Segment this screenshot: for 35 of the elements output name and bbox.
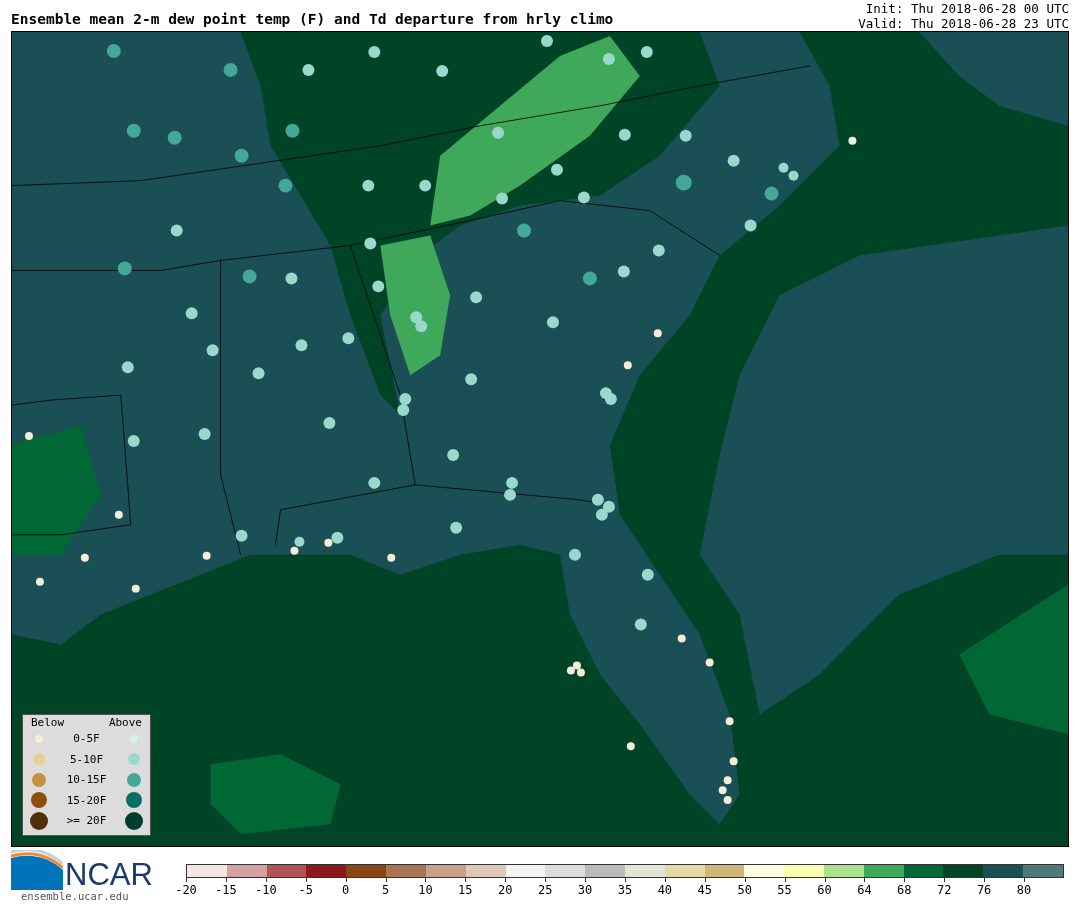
tick-label: -5 — [297, 883, 314, 897]
tick-label: 72 — [936, 883, 953, 897]
tick-label: 30 — [576, 883, 594, 897]
tick-label: 60 — [816, 883, 833, 897]
tick-label: 25 — [536, 883, 554, 897]
tick-label: 64 — [856, 883, 873, 897]
tick-label: -10 — [253, 883, 278, 897]
legend-label: 10-15F — [65, 773, 108, 787]
tick-label: 0 — [341, 883, 351, 897]
legend-label: 5-10F — [68, 752, 105, 766]
website-url: ensemble.ucar.edu — [21, 890, 130, 902]
valid-time: Valid: Thu 2018-06-28 23 UTC — [858, 16, 1069, 31]
tick-label: 68 — [896, 883, 913, 897]
tick-label: 76 — [975, 883, 993, 897]
tick-label: 10 — [417, 883, 434, 897]
tick-label: 50 — [736, 883, 753, 897]
tick-label: 45 — [696, 883, 713, 897]
tick-label: -20 — [174, 883, 198, 897]
tick-label: 35 — [616, 883, 634, 897]
legend-heading: Below — [31, 716, 65, 729]
tick-label: 80 — [1015, 883, 1033, 897]
legend-heading: Above — [108, 716, 142, 729]
tick-label: 55 — [776, 883, 793, 897]
swoosh-icon — [11, 850, 63, 890]
chart-title: Ensemble mean 2-m dew point temp (F) and Td departure from hrly climo — [11, 11, 614, 29]
legend-label: 0-5F — [72, 732, 101, 746]
tick-label: 20 — [497, 883, 514, 897]
tick-label: 5 — [380, 883, 391, 897]
logo-wordmark: NCAR — [65, 860, 153, 890]
legend-label: >= 20F — [65, 814, 108, 828]
legend-label: 15-20F — [65, 793, 108, 807]
tick-label: -15 — [214, 883, 238, 897]
init-time: Init: Thu 2018-06-28 00 UTC — [864, 1, 1069, 16]
tick-label: 40 — [656, 883, 674, 897]
tick-label: 15 — [457, 883, 474, 897]
